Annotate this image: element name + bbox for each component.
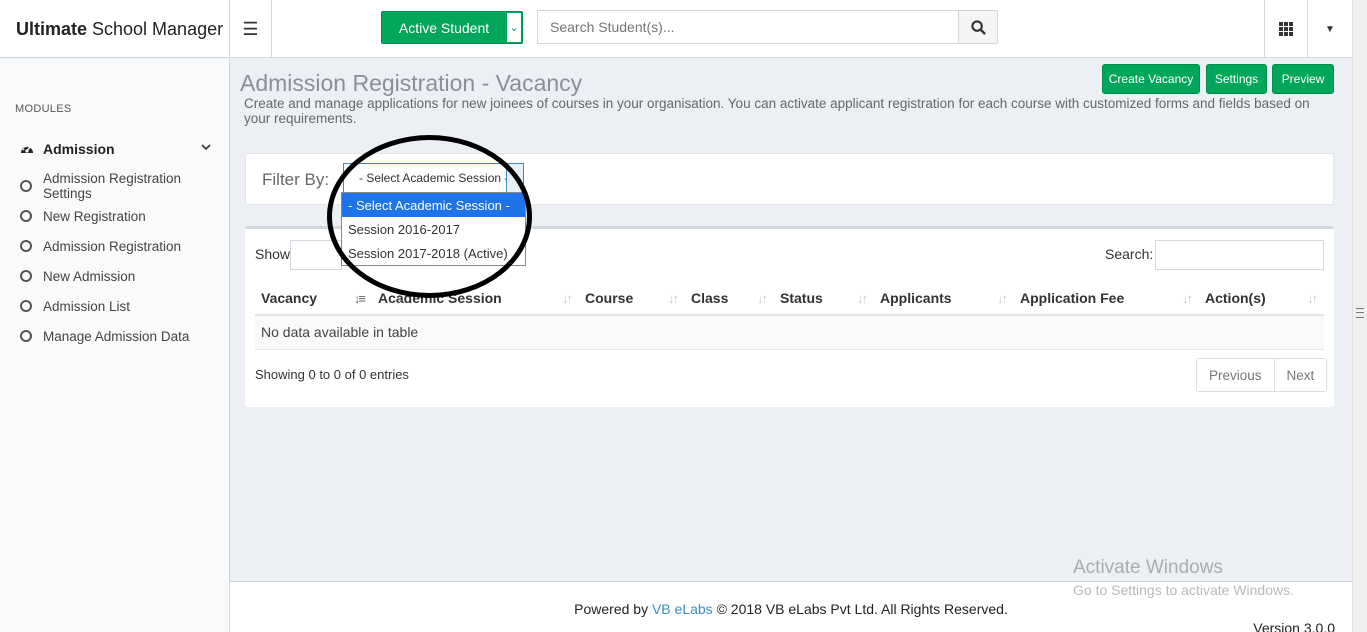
table-info: Showing 0 to 0 of 0 entries bbox=[255, 367, 409, 382]
col-vacancy[interactable]: Vacancy ↓≡ bbox=[255, 282, 372, 316]
col-academic-session[interactable]: Academic Session ↓↑ bbox=[372, 282, 579, 316]
settings-button[interactable]: Settings bbox=[1206, 64, 1267, 94]
scrollbar-grip-icon bbox=[1356, 308, 1364, 318]
sidebar-item-label: New Admission bbox=[43, 268, 136, 284]
show-entries-label: Show bbox=[255, 246, 291, 262]
active-student-label: Active Student bbox=[398, 19, 490, 36]
modules-header: MODULES bbox=[15, 103, 72, 115]
column-header-label: Class bbox=[691, 290, 729, 306]
session-option[interactable]: - Select Academic Session - bbox=[342, 193, 525, 217]
page-description: Create and manage applications for new j… bbox=[244, 96, 1310, 126]
col-class[interactable]: Class ↓↑ bbox=[685, 282, 774, 316]
entries-per-page-select[interactable] bbox=[290, 240, 342, 270]
activate-windows-title: Activate Windows bbox=[1073, 557, 1223, 578]
sidebar-item-label: Admission List bbox=[43, 298, 131, 314]
sort-icon: ↓↑ bbox=[757, 291, 768, 306]
preview-button[interactable]: Preview bbox=[1272, 64, 1334, 94]
filter-label: Filter By: bbox=[262, 170, 330, 189]
circle-icon bbox=[20, 330, 32, 342]
grid-icon bbox=[1279, 22, 1293, 36]
academic-session-dropdown: - Select Academic Session - Session 2016… bbox=[341, 192, 526, 266]
sidebar-item-new-admission[interactable]: New Admission bbox=[0, 261, 229, 291]
sidebar-item-label: Admission Registration Settings bbox=[43, 171, 182, 201]
top-header: Ultimate School Manager ☰ Active Student… bbox=[0, 0, 1352, 58]
previous-page-button[interactable]: Previous bbox=[1197, 359, 1274, 391]
col-application-fee[interactable]: Application Fee ↓↑ bbox=[1014, 282, 1199, 316]
search-button[interactable] bbox=[958, 10, 998, 44]
col-actions[interactable]: Action(s) ↓↑ bbox=[1199, 282, 1324, 316]
brand-bold: Ultimate bbox=[16, 18, 88, 39]
student-search-input[interactable] bbox=[537, 10, 960, 44]
sidebar-item-label: Admission Registration bbox=[43, 238, 182, 254]
sidebar-toggle-button[interactable]: ☰ bbox=[230, 0, 272, 58]
copyright-text: © 2018 VB eLabs Pvt Ltd. All Rights Rese… bbox=[716, 601, 1008, 617]
sidebar-item-admission-registration[interactable]: Admission Registration bbox=[0, 231, 229, 261]
empty-table-message: No data available in table bbox=[255, 315, 1324, 350]
session-option[interactable]: Session 2017-2018 (Active) bbox=[342, 241, 525, 265]
apps-grid-button[interactable] bbox=[1264, 0, 1308, 58]
sort-icon: ↓↑ bbox=[1307, 291, 1318, 306]
column-header-label: Vacancy bbox=[261, 290, 318, 306]
vacancy-table: Vacancy ↓≡ Academic Session ↓↑ Course ↓↑ Cl… bbox=[255, 282, 1324, 350]
active-student-button[interactable]: Active Student ⌄ bbox=[381, 11, 523, 44]
page-title: Admission Registration - Vacancy bbox=[240, 70, 583, 96]
circle-icon bbox=[20, 240, 32, 252]
column-header-label: Applicants bbox=[880, 290, 952, 306]
search-icon bbox=[970, 19, 986, 35]
sort-icon: ↓↑ bbox=[857, 291, 868, 306]
sort-icon: ↓↑ bbox=[562, 291, 573, 306]
sidebar-item-admission-list[interactable]: Admission List bbox=[0, 291, 229, 321]
dashboard-icon bbox=[21, 144, 33, 153]
app-brand[interactable]: Ultimate School Manager bbox=[0, 0, 230, 58]
chevron-down-icon bbox=[201, 144, 211, 151]
chevron-down-icon[interactable]: ⌄ bbox=[506, 12, 522, 43]
brand-rest: School Manager bbox=[92, 18, 224, 39]
circle-icon bbox=[20, 180, 32, 192]
version-label: Version 3.0.0 bbox=[1253, 620, 1335, 632]
column-header-label: Academic Session bbox=[378, 290, 502, 306]
footer-text: Powered by VB eLabs © 2018 VB eLabs Pvt … bbox=[230, 601, 1352, 617]
sidebar-item-admission[interactable]: Admission bbox=[0, 135, 229, 163]
user-menu-button[interactable]: ▼ bbox=[1308, 0, 1352, 58]
session-option[interactable]: Session 2016-2017 bbox=[342, 217, 525, 241]
powered-by-label: Powered by bbox=[574, 601, 649, 617]
sort-icon: ↓↑ bbox=[668, 291, 679, 306]
sidebar-item-new-registration[interactable]: New Registration bbox=[0, 201, 229, 231]
col-applicants[interactable]: Applicants ↓↑ bbox=[874, 282, 1014, 316]
sort-icon: ↓↑ bbox=[1182, 291, 1193, 306]
company-link[interactable]: VB eLabs bbox=[652, 601, 713, 617]
admission-submenu: Admission Registration Settings New Regi… bbox=[0, 171, 229, 351]
column-header-label: Action(s) bbox=[1205, 290, 1266, 306]
sidebar-item-registration-settings[interactable]: Admission Registration Settings bbox=[0, 171, 229, 201]
caret-down-icon: ▼ bbox=[1325, 23, 1335, 35]
hamburger-icon: ☰ bbox=[242, 18, 259, 39]
admission-module-label: Admission bbox=[43, 141, 115, 157]
sidebar-item-manage-admission-data[interactable]: Manage Admission Data bbox=[0, 321, 229, 351]
table-search-label: Search: bbox=[1105, 246, 1154, 262]
sidebar-item-label: New Registration bbox=[43, 208, 146, 224]
col-course[interactable]: Course ↓↑ bbox=[579, 282, 685, 316]
sort-icon: ↓↑ bbox=[997, 291, 1008, 306]
next-page-button[interactable]: Next bbox=[1273, 359, 1327, 391]
pagination: Previous Next bbox=[1196, 358, 1328, 392]
circle-icon bbox=[20, 270, 32, 282]
column-header-label: Course bbox=[585, 290, 634, 306]
sort-asc-icon: ↓≡ bbox=[353, 291, 366, 306]
academic-session-select[interactable]: - Select Academic Session - bbox=[343, 163, 524, 193]
column-header-label: Application Fee bbox=[1020, 290, 1125, 306]
table-header-row: Vacancy ↓≡ Academic Session ↓↑ Course ↓↑ Cl… bbox=[255, 282, 1324, 316]
create-vacancy-button[interactable]: Create Vacancy bbox=[1102, 64, 1200, 94]
table-search-input[interactable] bbox=[1155, 240, 1324, 270]
col-status[interactable]: Status ↓↑ bbox=[774, 282, 874, 316]
vertical-scrollbar[interactable] bbox=[1352, 0, 1367, 632]
select-arrow-icon bbox=[506, 164, 523, 192]
circle-icon bbox=[20, 210, 32, 222]
sidebar: MODULES Admission Admission Registration… bbox=[0, 59, 230, 632]
column-header-label: Status bbox=[780, 290, 823, 306]
sidebar-item-label: Manage Admission Data bbox=[43, 328, 190, 344]
circle-icon bbox=[20, 300, 32, 312]
table-row: No data available in table bbox=[255, 315, 1324, 350]
academic-session-selected: - Select Academic Session - bbox=[359, 171, 509, 185]
activate-windows-subtitle: Go to Settings to activate Windows. bbox=[1073, 582, 1294, 598]
